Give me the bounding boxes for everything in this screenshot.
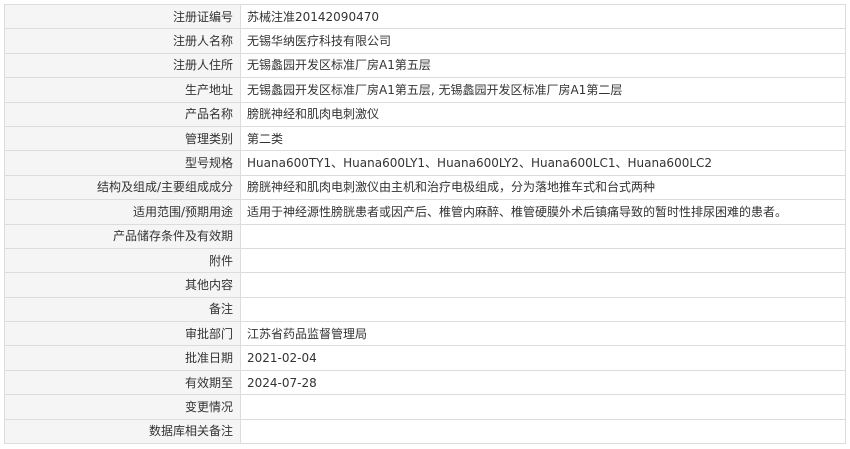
row-value xyxy=(240,223,846,249)
row-label: 变更情况 xyxy=(4,394,241,420)
row-value: 适用于神经源性膀胱患者或因产后、椎管内麻醉、椎管硬膜外术后镇痛导致的暂时性排尿困… xyxy=(240,199,846,225)
row-value: 2021-02-04 xyxy=(240,345,846,371)
row-value xyxy=(240,272,846,298)
row-label: 注册人名称 xyxy=(4,28,241,54)
row-value: Huana600TY1、Huana600LY1、Huana600LY2、Huan… xyxy=(240,150,846,176)
row-value: 无锡华纳医疗科技有限公司 xyxy=(240,28,846,54)
row-registrant-name: 注册人名称 无锡华纳医疗科技有限公司 xyxy=(4,28,846,54)
row-label: 其他内容 xyxy=(4,272,241,298)
row-label: 备注 xyxy=(4,296,241,323)
row-value: 无锡蠡园开发区标准厂房A1第五层, 无锡蠡园开发区标准厂房A1第二层 xyxy=(240,77,846,103)
registration-detail-table: 注册证编号 苏械注准20142090470 注册人名称 无锡华纳医疗科技有限公司… xyxy=(4,3,846,445)
row-label: 附件 xyxy=(4,247,241,274)
row-label: 审批部门 xyxy=(4,321,241,347)
row-value: 膀胱神经和肌肉电刺激仪 xyxy=(240,101,846,127)
row-intended-use: 适用范围/预期用途 适用于神经源性膀胱患者或因产后、椎管内麻醉、椎管硬膜外术后镇… xyxy=(4,199,846,225)
row-label: 生产地址 xyxy=(4,77,241,103)
row-change-history: 变更情况 xyxy=(4,394,846,420)
row-label: 数据库相关备注 xyxy=(4,418,241,445)
row-value: 2024-07-28 xyxy=(240,369,846,396)
row-label: 产品储存条件及有效期 xyxy=(4,223,241,249)
row-label: 结构及组成/主要组成成分 xyxy=(4,174,241,201)
row-approval-department: 审批部门 江苏省药品监督管理局 xyxy=(4,321,846,347)
row-value: 膀胱神经和肌肉电刺激仪由主机和治疗电极组成，分为落地推车式和台式两种 xyxy=(240,174,846,201)
row-label: 适用范围/预期用途 xyxy=(4,199,241,225)
row-management-category: 管理类别 第二类 xyxy=(4,125,846,152)
row-value: 无锡蠡园开发区标准厂房A1第五层 xyxy=(240,52,846,79)
row-product-name: 产品名称 膀胱神经和肌肉电刺激仪 xyxy=(4,101,846,127)
row-label: 管理类别 xyxy=(4,125,241,152)
row-attachments: 附件 xyxy=(4,247,846,274)
row-label: 有效期至 xyxy=(4,369,241,396)
row-value xyxy=(240,394,846,420)
row-value xyxy=(240,418,846,445)
row-production-address: 生产地址 无锡蠡园开发区标准厂房A1第五层, 无锡蠡园开发区标准厂房A1第二层 xyxy=(4,77,846,103)
row-value: 江苏省药品监督管理局 xyxy=(240,321,846,347)
row-label: 注册证编号 xyxy=(4,3,241,30)
row-other-content: 其他内容 xyxy=(4,272,846,298)
row-database-notes: 数据库相关备注 xyxy=(4,418,846,445)
row-value xyxy=(240,296,846,323)
row-value: 第二类 xyxy=(240,125,846,152)
row-model-spec: 型号规格 Huana600TY1、Huana600LY1、Huana600LY2… xyxy=(4,150,846,176)
row-value xyxy=(240,247,846,274)
row-value: 苏械注准20142090470 xyxy=(240,3,846,30)
row-structure-composition: 结构及组成/主要组成成分 膀胱神经和肌肉电刺激仪由主机和治疗电极组成，分为落地推… xyxy=(4,174,846,201)
row-registrant-address: 注册人住所 无锡蠡园开发区标准厂房A1第五层 xyxy=(4,52,846,79)
row-label: 注册人住所 xyxy=(4,52,241,79)
row-remarks: 备注 xyxy=(4,296,846,323)
row-label: 批准日期 xyxy=(4,345,241,371)
row-storage-validity: 产品储存条件及有效期 xyxy=(4,223,846,249)
row-registration-number: 注册证编号 苏械注准20142090470 xyxy=(4,3,846,30)
row-label: 产品名称 xyxy=(4,101,241,127)
row-approval-date: 批准日期 2021-02-04 xyxy=(4,345,846,371)
row-valid-until: 有效期至 2024-07-28 xyxy=(4,369,846,396)
row-label: 型号规格 xyxy=(4,150,241,176)
